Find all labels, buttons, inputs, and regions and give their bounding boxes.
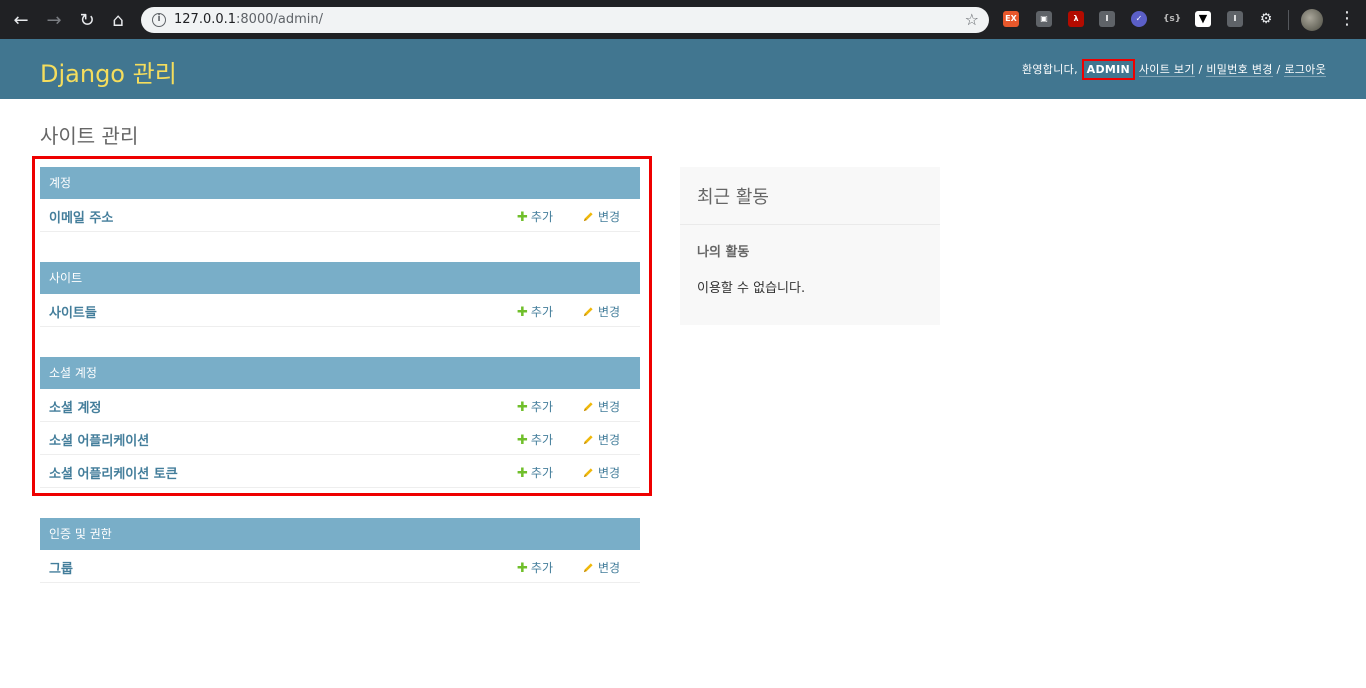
url-text[interactable]: 127.0.0.1:8000/admin/: [174, 12, 323, 27]
plus-icon: ✚: [517, 210, 528, 225]
reload-icon[interactable]: ↻: [76, 9, 98, 31]
add-link[interactable]: ✚ 추가: [517, 464, 553, 481]
forward-icon[interactable]: →: [43, 9, 65, 31]
logout-link[interactable]: 로그아웃: [1284, 63, 1326, 77]
url-path: :8000/admin/: [236, 12, 323, 27]
model-row: 사이트들 ✚ 추가 변경: [40, 294, 640, 327]
extension-i-icon[interactable]: I: [1099, 11, 1115, 27]
model-link[interactable]: 사이트들: [49, 302, 97, 321]
bookmark-star-icon[interactable]: ☆: [965, 10, 979, 29]
change-label: 변경: [598, 433, 621, 447]
model-row: 이메일 주소 ✚ 추가 변경: [40, 199, 640, 232]
extension-download-icon[interactable]: ▼: [1195, 11, 1211, 27]
add-link[interactable]: ✚ 추가: [517, 398, 553, 415]
change-link[interactable]: 변경: [583, 431, 620, 448]
welcome-text: 환영합니다,: [1021, 63, 1078, 76]
site-info-icon[interactable]: i: [152, 13, 166, 27]
add-label: 추가: [530, 400, 553, 414]
browser-toolbar: ← → ↻ ⌂ i 127.0.0.1:8000/admin/ ☆ EX ▣ λ…: [0, 0, 1366, 39]
no-actions-text: 이용할 수 없습니다.: [697, 281, 806, 296]
add-label: 추가: [530, 433, 553, 447]
add-label: 추가: [530, 305, 553, 319]
pencil-icon: [583, 468, 593, 478]
plus-icon: ✚: [517, 305, 528, 320]
add-label: 추가: [530, 561, 553, 575]
change-link[interactable]: 변경: [583, 398, 620, 415]
site-branding[interactable]: Django 관리: [40, 54, 177, 89]
app-module-auth: 인증 및 권한 그룹 ✚ 추가 변경: [40, 518, 640, 583]
model-row: 소셜 계정 ✚ 추가 변경: [40, 389, 640, 422]
extension-screen-icon[interactable]: ▣: [1036, 11, 1052, 27]
pencil-icon: [583, 435, 593, 445]
change-link[interactable]: 변경: [583, 464, 620, 481]
page-title: 사이트 관리: [40, 124, 139, 148]
back-icon[interactable]: ←: [10, 9, 32, 31]
home-icon[interactable]: ⌂: [107, 9, 129, 31]
app-module-account: 계정 이메일 주소 ✚ 추가 변경: [40, 167, 640, 232]
change-label: 변경: [598, 400, 621, 414]
change-link[interactable]: 변경: [583, 303, 620, 320]
change-label: 변경: [598, 561, 621, 575]
add-link[interactable]: ✚ 추가: [517, 303, 553, 320]
view-site-link[interactable]: 사이트 보기: [1138, 63, 1195, 77]
my-actions-heading: 나의 활동: [697, 245, 750, 260]
module-caption[interactable]: 인증 및 권한: [40, 518, 640, 550]
model-row: 그룹 ✚ 추가 변경: [40, 550, 640, 583]
model-row: 소셜 어플리케이션 ✚ 추가 변경: [40, 422, 640, 455]
plus-icon: ✚: [517, 433, 528, 448]
change-link[interactable]: 변경: [583, 559, 620, 576]
extension-i2-icon[interactable]: I: [1227, 11, 1243, 27]
model-link[interactable]: 소셜 어플리케이션 토큰: [49, 463, 178, 482]
toolbar-divider: [1288, 10, 1289, 30]
change-link[interactable]: 변경: [583, 208, 620, 225]
recent-actions-panel: 최근 활동 나의 활동 이용할 수 없습니다.: [680, 167, 940, 325]
model-link[interactable]: 소셜 어플리케이션: [49, 430, 149, 449]
extension-pdf-icon[interactable]: λ: [1068, 11, 1084, 27]
add-link[interactable]: ✚ 추가: [517, 559, 553, 576]
app-module-sites: 사이트 사이트들 ✚ 추가 변경: [40, 262, 640, 327]
username: ADMIN: [1081, 59, 1136, 80]
plus-icon: ✚: [517, 400, 528, 415]
change-label: 변경: [598, 466, 621, 480]
plus-icon: ✚: [517, 561, 528, 576]
address-bar[interactable]: i 127.0.0.1:8000/admin/ ☆: [141, 7, 989, 33]
profile-avatar[interactable]: [1301, 9, 1323, 31]
model-link[interactable]: 소셜 계정: [49, 397, 101, 416]
change-label: 변경: [598, 210, 621, 224]
module-caption[interactable]: 사이트: [40, 262, 640, 294]
admin-header: Django 관리 환영합니다, ADMIN 사이트 보기 / 비밀번호 변경 …: [0, 39, 1366, 99]
separator: /: [1198, 63, 1203, 76]
browser-menu-icon[interactable]: ⋮: [1338, 9, 1356, 29]
model-link[interactable]: 그룹: [49, 558, 73, 577]
pencil-icon: [583, 402, 593, 412]
module-caption[interactable]: 계정: [40, 167, 640, 199]
extension-s-icon[interactable]: {s}: [1163, 11, 1181, 27]
extension-gear-icon[interactable]: ⚙: [1258, 11, 1274, 27]
pencil-icon: [583, 212, 593, 222]
pencil-icon: [583, 307, 593, 317]
module-caption[interactable]: 소셜 계정: [40, 357, 640, 389]
extension-ex-icon[interactable]: EX: [1003, 11, 1019, 27]
change-password-link[interactable]: 비밀번호 변경: [1206, 63, 1273, 77]
pencil-icon: [583, 563, 593, 573]
add-link[interactable]: ✚ 추가: [517, 431, 553, 448]
url-host: 127.0.0.1: [174, 12, 237, 27]
model-link[interactable]: 이메일 주소: [49, 207, 113, 226]
add-link[interactable]: ✚ 추가: [517, 208, 553, 225]
add-label: 추가: [530, 210, 553, 224]
separator: /: [1276, 63, 1281, 76]
user-tools: 환영합니다, ADMIN 사이트 보기 / 비밀번호 변경 / 로그아웃: [1021, 59, 1326, 80]
extension-check-icon[interactable]: ✓: [1131, 11, 1147, 27]
add-label: 추가: [530, 466, 553, 480]
plus-icon: ✚: [517, 466, 528, 481]
model-row: 소셜 어플리케이션 토큰 ✚ 추가 변경: [40, 455, 640, 488]
app-module-social-account: 소셜 계정 소셜 계정 ✚ 추가 변경 소셜 어플리케이션 ✚ 추가 변경 소셜 어…: [40, 357, 640, 488]
recent-actions-title: 최근 활동: [680, 167, 940, 225]
change-label: 변경: [598, 305, 621, 319]
